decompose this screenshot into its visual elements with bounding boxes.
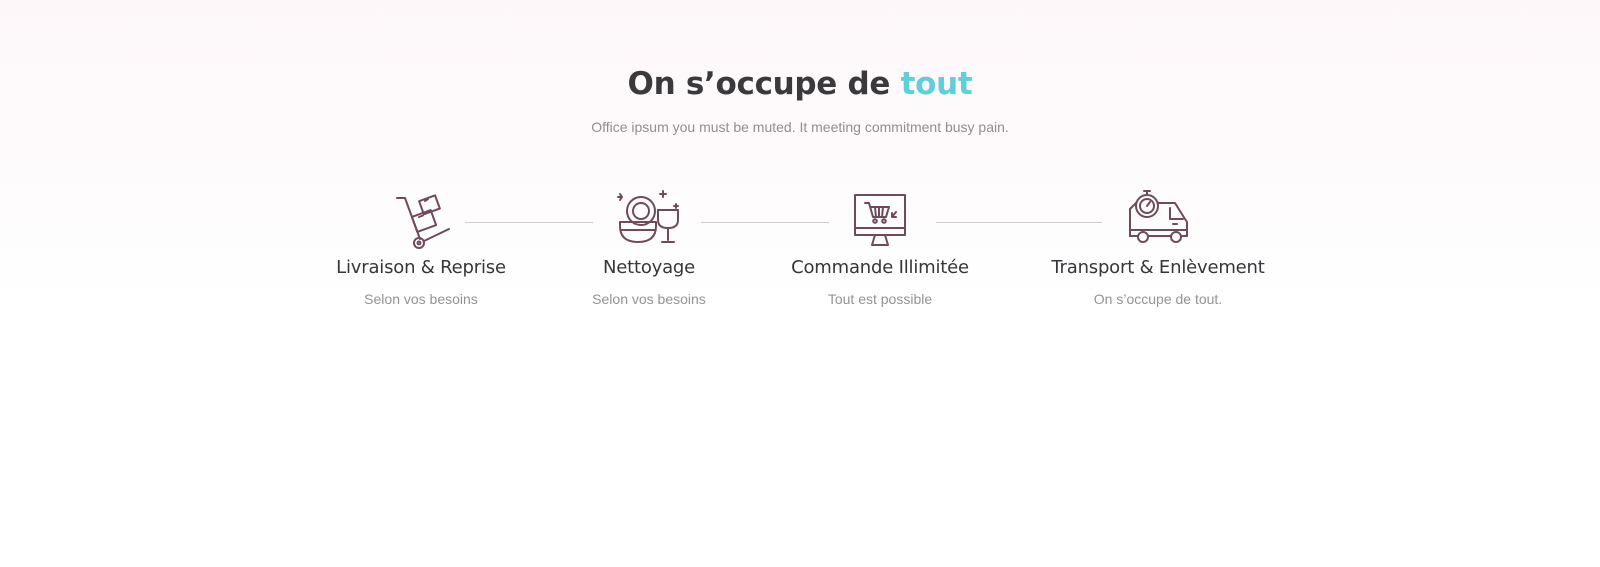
services-section: On s’occupe de tout Office ipsum you mus… (0, 0, 1600, 567)
section-heading-main: On s’occupe de (627, 66, 901, 102)
feature-title: Transport & Enlèvement (1051, 257, 1265, 278)
dishes-glass-icon (617, 190, 679, 243)
feature-cleaning: Nettoyage Selon vos besoins (519, 186, 779, 308)
monitor-cart-icon (854, 194, 906, 246)
hand-truck-icon (396, 194, 450, 249)
feature-unlimited-order: Commande Illimitée Tout est possible (750, 186, 1010, 308)
section-subtitle: Office ipsum you must be muted. It meeti… (591, 119, 1009, 135)
feature-title: Commande Illimitée (791, 257, 969, 278)
feature-title: Livraison & Reprise (336, 257, 506, 278)
feature-title: Nettoyage (602, 257, 696, 278)
delivery-van-icon (1129, 190, 1188, 243)
feature-description: Selon vos besoins (592, 291, 706, 307)
feature-delivery: Livraison & Reprise Selon vos besoins (291, 186, 551, 308)
feature-description: Tout est possible (827, 291, 933, 307)
feature-description: Selon vos besoins (364, 291, 478, 307)
section-heading-accent: tout (900, 66, 973, 102)
section-heading: On s’occupe de tout (0, 62, 1600, 106)
feature-transport: Transport & Enlèvement On s’occupe de to… (1028, 186, 1288, 308)
feature-description: On s’occupe de tout. (1093, 291, 1223, 307)
